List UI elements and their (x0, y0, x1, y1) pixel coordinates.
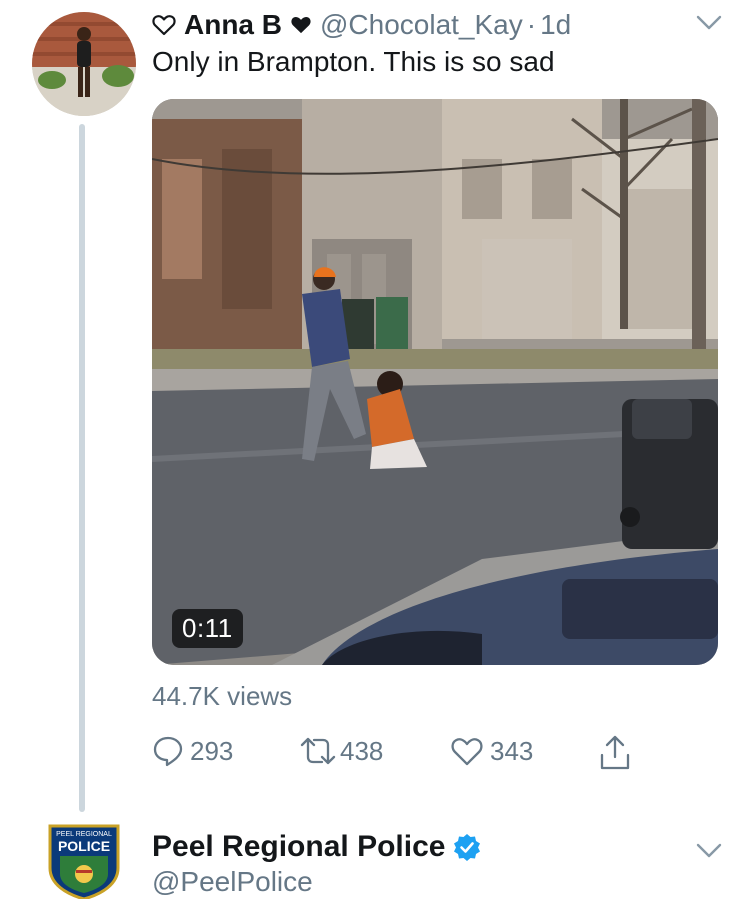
tweet-timestamp[interactable]: 1d (540, 9, 571, 41)
tweet-action-bar: 293 438 343 (152, 735, 672, 775)
badge-police-text: POLICE (58, 838, 110, 854)
share-button[interactable] (598, 735, 632, 771)
chevron-down-icon[interactable] (696, 14, 722, 32)
police-badge-avatar[interactable]: PEEL REGIONAL POLICE (46, 822, 122, 901)
retweet-button[interactable]: 438 (298, 735, 383, 767)
reply-account-handle[interactable]: @PeelPolice (152, 866, 313, 898)
reply-account-display-name[interactable]: Peel Regional Police (152, 830, 445, 864)
tweet-text: Only in Brampton. This is so sad (152, 46, 555, 77)
like-button[interactable]: 343 (450, 735, 533, 767)
chevron-down-icon[interactable] (696, 842, 722, 860)
thread-connector-line (79, 124, 85, 812)
heart-outline-icon (152, 14, 176, 36)
video-thumbnail (152, 99, 718, 665)
retweet-icon (298, 735, 338, 767)
verified-badge-icon (453, 833, 481, 861)
reply-count: 293 (190, 735, 234, 766)
reply-button[interactable]: 293 (152, 735, 233, 767)
black-heart-icon (290, 15, 312, 35)
author-display-name[interactable]: Anna B (184, 9, 282, 41)
meta-separator: · (526, 9, 537, 40)
video-duration-badge: 0:11 (172, 609, 243, 648)
badge-region-text: PEEL REGIONAL (56, 831, 112, 838)
like-count: 343 (490, 735, 534, 766)
view-count: 44.7K views (152, 681, 293, 711)
heart-outline-icon (450, 735, 484, 767)
author-avatar[interactable] (32, 12, 136, 116)
reply-bubble-icon (152, 735, 184, 767)
tweet-header: Anna B @Chocolat_Kay · 1d (152, 6, 571, 44)
share-icon (598, 735, 632, 771)
video-player[interactable]: 0:11 (152, 99, 718, 665)
retweet-count: 438 (340, 735, 384, 766)
reply-account-name-row: Peel Regional Police (152, 830, 481, 864)
author-handle[interactable]: @Chocolat_Kay (320, 9, 523, 41)
